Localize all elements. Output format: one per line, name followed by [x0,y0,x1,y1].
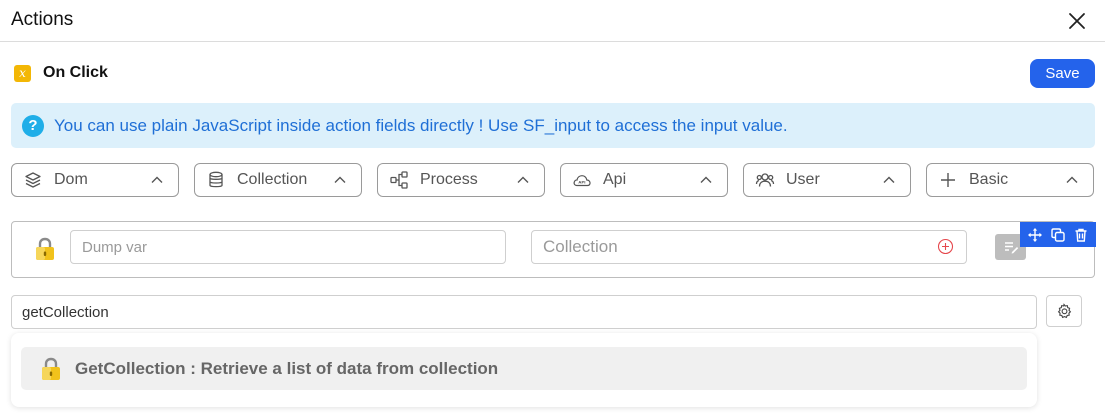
category-basic-button[interactable]: Basic [926,163,1094,197]
trash-icon[interactable] [1072,226,1090,244]
suggestion-item[interactable]: GetCollection : Retrieve a list of data … [21,347,1027,390]
settings-icon [1057,303,1072,319]
dialog-header: Actions [0,0,1105,42]
close-icon [1069,13,1085,29]
category-label: Basic [969,171,1009,188]
category-label: Api [603,171,627,188]
category-api-button[interactable]: API Api [560,163,728,197]
category-label: Dom [54,171,88,188]
category-label: Collection [237,171,308,188]
duplicate-icon[interactable] [1049,226,1067,244]
chevron-up-icon [883,176,895,183]
settings-button[interactable] [1046,295,1082,327]
action-search-input[interactable] [11,295,1037,329]
cloud-api-icon: API [572,170,592,190]
dialog-title: Actions [11,9,74,30]
javascript-x-icon: x [14,64,31,82]
layers-icon [23,170,43,190]
event-row: x On Click [14,61,108,85]
chevron-up-icon [151,176,163,183]
chevron-up-icon [517,176,529,183]
dump-var-input[interactable] [70,230,506,264]
category-user-button[interactable]: User [743,163,911,197]
category-collection-button[interactable]: Collection [194,163,362,197]
close-button[interactable] [1065,9,1089,33]
action-tools [1020,222,1096,247]
plus-circle-icon[interactable] [937,238,954,255]
chevron-up-icon [700,176,712,183]
save-button[interactable]: Save [1030,59,1095,88]
users-icon [755,170,775,190]
plus-icon [938,170,958,190]
process-flow-icon [389,170,409,190]
chevron-up-icon [334,176,346,183]
info-banner: ? You can use plain JavaScript inside ac… [11,103,1095,148]
svg-text:API: API [578,180,586,185]
action-card [11,221,1096,278]
category-dom-button[interactable]: Dom [11,163,179,197]
question-circle-icon: ? [22,114,44,137]
category-label: Process [420,171,478,188]
suggestions-dropdown: GetCollection : Retrieve a list of data … [11,333,1037,407]
suggestion-label: GetCollection : Retrieve a list of data … [75,358,499,378]
lock-icon [36,237,54,260]
category-label: User [786,171,820,188]
info-text: You can use plain JavaScript inside acti… [54,115,788,135]
chevron-up-icon [1066,176,1078,183]
lock-icon [42,357,60,380]
edit-note-icon [1004,242,1018,254]
move-icon[interactable] [1026,226,1044,244]
event-label: On Click [43,64,108,81]
collection-input[interactable] [531,230,967,264]
category-process-button[interactable]: Process [377,163,545,197]
database-icon [206,170,226,190]
